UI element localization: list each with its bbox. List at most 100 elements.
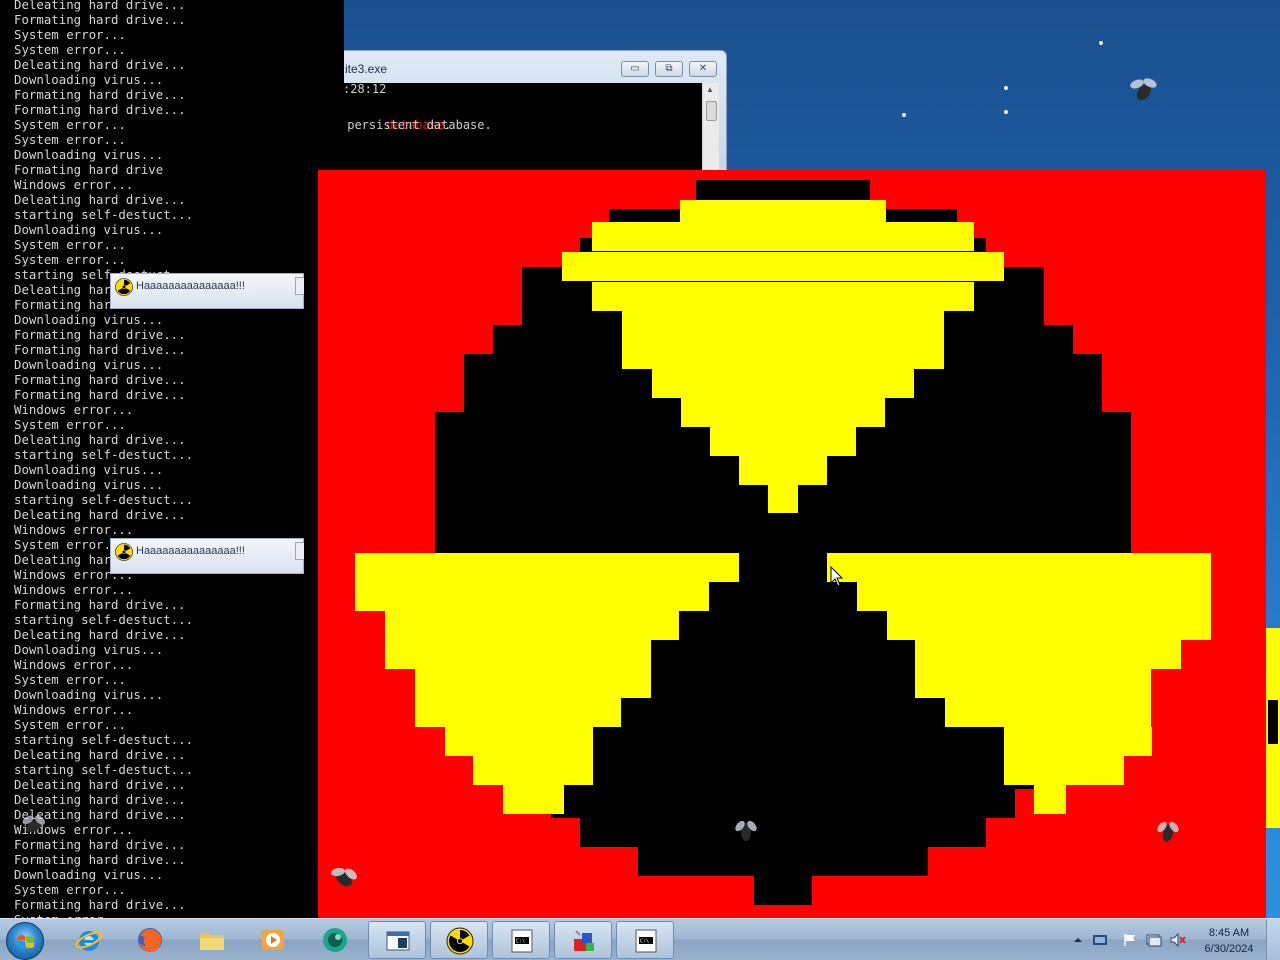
maximize-button[interactable]: ⧉ — [655, 61, 683, 77]
hazard-disk-row — [580, 818, 986, 847]
hazard-blade-step — [827, 553, 1211, 582]
scrollbar[interactable]: ▲ — [702, 83, 719, 181]
console-line: Downloading virus... — [14, 477, 164, 492]
hazard-blade-step — [385, 611, 679, 640]
taskbar-window-2[interactable]: C:\ — [616, 921, 674, 959]
hazard-disk-row — [638, 847, 928, 876]
radiation-symbol-icon — [355, 180, 1211, 905]
show-desktop-button[interactable] — [1266, 919, 1280, 960]
console-line: Formating hard drive... — [14, 897, 186, 912]
console-line: Deleating hard drive... — [14, 777, 186, 792]
window-icon — [386, 931, 410, 951]
console-line: Formating hard drive... — [14, 597, 186, 612]
console-line: Downloading virus... — [14, 687, 164, 702]
hazard-disk-row — [522, 760, 1044, 789]
desktop-star — [1004, 110, 1008, 114]
console-line: Downloading virus... — [14, 357, 164, 372]
hazard-blade-step — [415, 698, 621, 727]
taskbar-firefox[interactable] — [121, 921, 179, 959]
network-icon[interactable] — [1092, 933, 1108, 947]
console-line: starting self-destuct... — [14, 762, 194, 777]
action-center-flag-icon[interactable] — [1122, 933, 1138, 947]
clock[interactable]: 8:45 AM 6/30/2024 — [1196, 925, 1262, 957]
close-button[interactable]: ✕ — [689, 61, 717, 77]
console-line: Downloading virus... — [14, 867, 164, 882]
sqlite-window[interactable]: ite3.exe ▭ ⧉ ✕ :28:12 database. persiste… — [338, 50, 727, 181]
console-line: System error... — [14, 132, 126, 147]
hazard-disk-row — [435, 528, 1131, 557]
hazard-blade-step — [592, 222, 974, 251]
popup-title: Haaaaaaaaaaaaaaa!!! — [136, 280, 245, 292]
desktop-star — [902, 113, 906, 117]
hazard-blade-step — [915, 669, 1151, 698]
taskbar-app-globe[interactable] — [306, 921, 364, 959]
taskbar-console-window[interactable] — [368, 921, 426, 959]
console-line: System error... — [14, 237, 126, 252]
hazard-blade-step — [887, 611, 1211, 640]
popup-window[interactable]: Haaaaaaaaaaaaaaa!!! — [110, 273, 304, 309]
taskbar-file-explorer[interactable] — [183, 921, 241, 959]
console-line: Formating hard drive — [14, 162, 164, 177]
taskbar-media-player[interactable] — [244, 921, 302, 959]
taskbar-internet-explorer[interactable] — [60, 921, 118, 959]
hazard-blade-step — [355, 582, 709, 611]
console-line: Windows error... — [14, 582, 134, 597]
console-line: Downloading virus... — [14, 462, 164, 477]
console-line: Deleating hard drive... — [14, 0, 186, 12]
hazard-blade-step — [415, 669, 651, 698]
hazard-blade-step — [622, 340, 944, 369]
sqlite-window-title: ite3.exe — [345, 62, 388, 76]
hazard-blade-step — [1004, 727, 1152, 756]
console-line: Deleating hard drive... — [14, 507, 186, 522]
console-line: Downloading virus... — [14, 72, 164, 87]
minimize-button[interactable]: ▭ — [621, 61, 649, 77]
mouse-cursor-icon — [830, 566, 844, 587]
hazard-blade-step — [385, 640, 651, 669]
taskbar-window-1[interactable]: C:\ — [492, 921, 550, 959]
start-button[interactable] — [6, 922, 44, 960]
scroll-thumb[interactable] — [706, 101, 717, 121]
volume-muted-icon[interactable] — [1170, 933, 1186, 947]
console-line: Windows error... — [14, 702, 134, 717]
popup-close-button[interactable] — [295, 277, 304, 295]
console-line: System error... — [14, 252, 126, 267]
console-line: System error... — [14, 117, 126, 132]
console-line: Deleating hard drive... — [14, 57, 186, 72]
fly-icon — [331, 867, 357, 887]
console-line: Formating hard drive... — [14, 327, 186, 342]
console-line: starting self-destuct... — [14, 732, 194, 747]
popup-close-button[interactable] — [295, 542, 304, 560]
svg-text:C:\: C:\ — [640, 939, 649, 945]
desktop-star — [1004, 86, 1008, 90]
fly-icon — [1130, 78, 1157, 101]
taskbar-hazard-app[interactable] — [430, 921, 488, 959]
console-line: Downloading virus... — [14, 642, 164, 657]
hazard-blade-step — [739, 456, 827, 485]
popup-title: Haaaaaaaaaaaaaaa!!! — [136, 545, 245, 557]
console-line: starting self-destuct... — [14, 447, 194, 462]
hazard-blade-step — [562, 252, 1004, 281]
hazard-blade-step — [355, 553, 739, 582]
console-line: Deleating hard drive... — [14, 432, 186, 447]
show-hidden-icons-icon[interactable] — [1070, 933, 1086, 947]
console-window[interactable]: Deleating hard drive... Formating hard dr… — [0, 0, 344, 918]
radiation-icon — [115, 543, 133, 561]
fly-icon — [735, 820, 757, 841]
taskbar: C:\ C:\ 8:45 AM 6/30/2024 — [0, 918, 1280, 960]
hazard-blade-step — [945, 698, 1151, 727]
hazard-window[interactable] — [318, 170, 1266, 918]
hazard-blade-step — [1034, 785, 1066, 814]
console-line: Formating hard drive... — [14, 387, 186, 402]
hazard-blade-step — [710, 427, 856, 456]
scroll-up-icon[interactable]: ▲ — [706, 85, 714, 94]
console-line: Formating hard drive... — [14, 342, 186, 357]
console-line: System error... — [14, 42, 126, 57]
taskbar-installer[interactable] — [554, 921, 612, 959]
popup-window[interactable]: Haaaaaaaaaaaaaaa!!! — [110, 538, 304, 574]
console-app-icon: C:\ — [635, 929, 657, 953]
console-line: System error... — [14, 717, 126, 732]
background-window-edge — [1266, 628, 1280, 828]
hazard-blade-step — [503, 785, 564, 814]
display-icon[interactable] — [1146, 933, 1162, 947]
console-line: System error... — [14, 882, 126, 897]
